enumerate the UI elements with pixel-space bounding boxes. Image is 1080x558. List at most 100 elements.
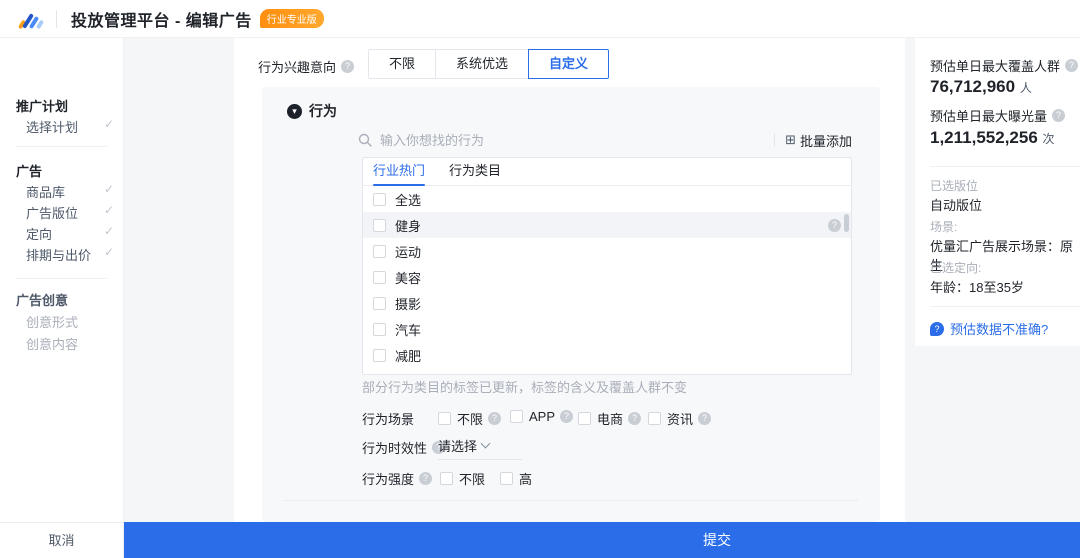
submit-button[interactable]: 提交 xyxy=(124,522,1080,558)
strength-option-unlimited[interactable]: 不限 xyxy=(440,469,485,488)
scene-option-app[interactable]: APP ? xyxy=(510,409,574,424)
behavior-interest-options: 不限 系统优选 自定义 xyxy=(368,49,610,79)
list-item-select-all[interactable]: 全选 xyxy=(363,186,851,212)
option-system-optimized[interactable]: 系统优选 xyxy=(435,49,530,79)
scene-option-unlimited[interactable]: 不限 ? xyxy=(438,409,502,428)
checkbox[interactable] xyxy=(373,218,386,232)
list-item-car[interactable]: 汽车 xyxy=(363,316,851,342)
checkbox[interactable] xyxy=(500,472,513,485)
collapse-icon[interactable]: ▾ xyxy=(287,103,302,119)
step-sidebar: 推广计划 选择计划 ✓ 广告 商品库 ✓ 广告版位 ✓ 定向 ✓ 排期与出价 ✓… xyxy=(0,38,124,522)
batch-add-button[interactable]: ⊞ 批量添加 xyxy=(785,131,852,150)
help-icon[interactable]: ? xyxy=(698,412,712,425)
list-item-sports[interactable]: 运动 xyxy=(363,238,851,264)
targeting-form: 行为兴趣意向 ? 不限 系统优选 自定义 ▾ 行为 ⊞ 批量添加 行业热门 xyxy=(234,38,905,522)
sidebar-item-select-plan[interactable]: 选择计划 ✓ xyxy=(26,117,114,136)
grid-plus-icon: ⊞ xyxy=(785,132,796,147)
help-icon[interactable]: ? xyxy=(628,412,642,425)
chevron-down-icon xyxy=(480,438,491,449)
help-icon[interactable]: ? xyxy=(341,60,355,73)
checkbox[interactable] xyxy=(648,412,661,425)
check-icon: ✓ xyxy=(103,203,114,217)
scrollbar-thumb[interactable] xyxy=(844,214,849,232)
exposure-label: 预估单日最大曝光量 ? xyxy=(930,106,1066,125)
exposure-unit: 次 xyxy=(1042,132,1055,146)
sidebar-group-creative: 广告创意 xyxy=(16,293,69,308)
checkbox[interactable] xyxy=(373,270,386,284)
strength-option-high[interactable]: 高 xyxy=(500,469,532,488)
behavior-title: 行为 xyxy=(309,103,337,119)
checkbox[interactable] xyxy=(510,410,523,423)
checkbox[interactable] xyxy=(373,296,386,310)
checkbox[interactable] xyxy=(438,412,451,425)
sidebar-group-ad: 广告 xyxy=(16,164,43,179)
sidebar-divider xyxy=(16,146,107,147)
check-icon: ✓ xyxy=(103,117,114,131)
help-icon[interactable]: ? xyxy=(560,410,574,423)
help-icon[interactable]: ? xyxy=(419,472,433,485)
estimate-feedback-link[interactable]: ? 预估数据不准确? xyxy=(930,319,1048,338)
brand-logo-icon xyxy=(17,9,45,29)
scene-label: 场景: xyxy=(930,220,958,234)
behavior-scene-label: 行为场景 xyxy=(362,412,415,427)
timeliness-select[interactable]: 请选择 xyxy=(438,436,522,460)
checkbox[interactable] xyxy=(440,472,453,485)
cover-unit: 人 xyxy=(1019,81,1032,95)
header-divider xyxy=(56,9,57,28)
summary-divider xyxy=(930,166,1080,167)
sidebar-divider xyxy=(16,278,107,279)
behavior-timeliness-label: 行为时效性 ? xyxy=(362,438,446,457)
help-icon[interactable]: ? xyxy=(488,412,502,425)
list-item-weight-loss[interactable]: 减肥 xyxy=(363,342,851,368)
list-item-photography[interactable]: 摄影 xyxy=(363,290,851,316)
page-title: 投放管理平台 - 编辑广告 xyxy=(71,12,252,30)
app-header: 投放管理平台 - 编辑广告 行业专业版 xyxy=(0,0,1080,38)
placement-value: 自动版位 xyxy=(930,198,983,213)
behavior-tags-box: 行业热门 行为类目 全选 健身 ? 运动 美容 摄影 汽车 减肥 xyxy=(362,157,852,375)
sidebar-item-ad-placement[interactable]: 广告版位 ✓ xyxy=(26,203,114,222)
panel-divider xyxy=(284,500,858,501)
behavior-search-row: ⊞ 批量添加 xyxy=(358,127,852,153)
targeting-label: 已选定向: xyxy=(930,261,982,275)
sidebar-item-targeting[interactable]: 定向 ✓ xyxy=(26,224,114,243)
list-item-fitness[interactable]: 健身 ? xyxy=(363,212,851,238)
behavior-tag-list: 全选 健身 ? 运动 美容 摄影 汽车 减肥 xyxy=(363,186,851,374)
tab-industry-hot[interactable]: 行业热门 xyxy=(373,158,426,186)
help-icon[interactable]: ? xyxy=(828,218,841,232)
option-unlimited[interactable]: 不限 xyxy=(368,49,437,79)
sidebar-item-creative-content[interactable]: 创意内容 xyxy=(26,334,114,353)
behavior-strength-label: 行为强度 ? xyxy=(362,469,433,488)
sidebar-item-schedule-bid[interactable]: 排期与出价 ✓ xyxy=(26,245,114,264)
scene-option-ecommerce[interactable]: 电商 ? xyxy=(578,409,642,428)
cover-value: 76,712,960 人 xyxy=(930,77,1032,96)
checkbox[interactable] xyxy=(373,192,386,206)
list-item-beauty[interactable]: 美容 xyxy=(363,264,851,290)
question-bubble-icon: ? xyxy=(930,321,944,336)
behavior-search-input[interactable] xyxy=(380,132,765,148)
checkbox[interactable] xyxy=(373,244,386,258)
exposure-value: 1,211,552,256 次 xyxy=(930,128,1055,147)
custom-behavior-panel: ▾ 行为 ⊞ 批量添加 行业热门 行为类目 全选 xyxy=(262,87,880,522)
placement-label: 已选版位 xyxy=(930,179,979,193)
scene-option-news[interactable]: 资讯 ? xyxy=(648,409,712,428)
checkbox[interactable] xyxy=(578,412,591,425)
targeting-value: 年龄：18至35岁 xyxy=(930,280,1024,295)
help-icon[interactable]: ? xyxy=(1065,59,1079,72)
sidebar-item-creative-form[interactable]: 创意形式 xyxy=(26,312,114,331)
behavior-section-header: ▾ 行为 xyxy=(287,101,337,121)
checkbox[interactable] xyxy=(373,322,386,336)
cancel-button[interactable]: 取消 xyxy=(0,522,124,558)
search-icon xyxy=(358,133,372,147)
tab-behavior-category[interactable]: 行为类目 xyxy=(449,158,501,186)
checkbox[interactable] xyxy=(373,348,386,362)
batch-divider xyxy=(774,133,776,147)
check-icon: ✓ xyxy=(103,224,114,238)
sidebar-group-plan: 推广计划 xyxy=(16,99,69,114)
option-custom[interactable]: 自定义 xyxy=(528,49,610,79)
estimate-summary-card: 预估单日最大覆盖人群 ? 76,712,960 人 预估单日最大曝光量 ? 1,… xyxy=(915,38,1080,346)
edition-badge: 行业专业版 xyxy=(259,9,324,28)
help-icon[interactable]: ? xyxy=(1052,109,1066,122)
check-icon: ✓ xyxy=(103,182,114,196)
sidebar-item-product-library[interactable]: 商品库 ✓ xyxy=(26,182,114,201)
behavior-tabs: 行业热门 行为类目 xyxy=(363,158,851,186)
